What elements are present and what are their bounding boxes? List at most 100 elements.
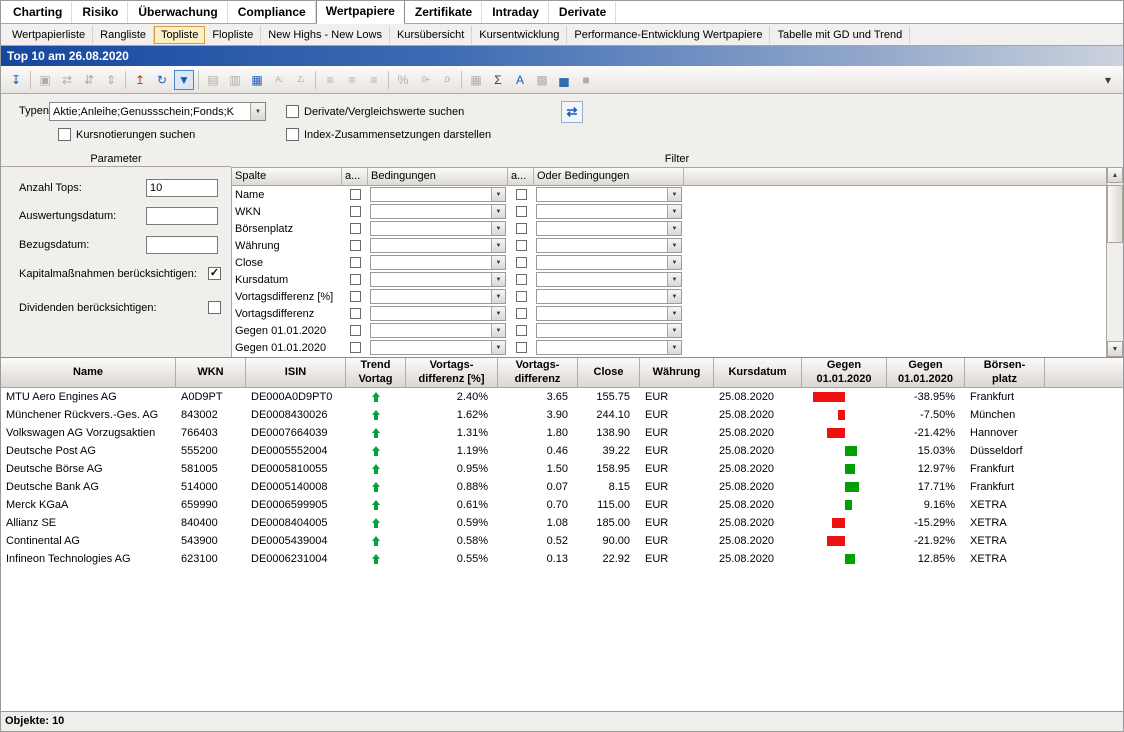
import-icon[interactable]: ↥: [130, 70, 150, 90]
bedingung-dropdown[interactable]: ▼: [370, 255, 506, 270]
bedingung-dropdown[interactable]: ▼: [370, 272, 506, 287]
chevron-down-icon[interactable]: ▼: [250, 103, 265, 120]
sub-tab-wertpapierliste[interactable]: Wertpapierliste: [5, 26, 93, 44]
sub-tab-rangliste[interactable]: Rangliste: [93, 26, 154, 44]
oder-bedingung-dropdown[interactable]: ▼: [536, 204, 682, 219]
filter-or-checkbox[interactable]: [516, 206, 527, 217]
menu-tab-wertpapiere[interactable]: Wertpapiere: [316, 0, 405, 24]
oder-bedingung-dropdown[interactable]: ▼: [536, 340, 682, 355]
oder-bedingung-dropdown[interactable]: ▼: [536, 255, 682, 270]
filter-and-checkbox[interactable]: [350, 223, 361, 234]
font-icon[interactable]: A: [510, 70, 530, 90]
filter-and-checkbox[interactable]: [350, 206, 361, 217]
filter-and-checkbox[interactable]: [350, 240, 361, 251]
menu-tab-intraday[interactable]: Intraday: [482, 1, 549, 23]
chevron-down-icon[interactable]: ▼: [667, 341, 681, 354]
chevron-down-icon[interactable]: ▼: [667, 290, 681, 303]
column-header-name[interactable]: Name: [1, 358, 176, 387]
chevron-down-icon[interactable]: ▼: [667, 256, 681, 269]
filter-and-checkbox[interactable]: [350, 308, 361, 319]
chevron-down-icon[interactable]: ▼: [491, 205, 505, 218]
kapitalmassnahmen-checkbox[interactable]: ✓: [208, 267, 221, 280]
chevron-down-icon[interactable]: ▼: [667, 222, 681, 235]
filter-or-checkbox[interactable]: [516, 291, 527, 302]
chevron-down-icon[interactable]: ▼: [491, 188, 505, 201]
filter-or-checkbox[interactable]: [516, 257, 527, 268]
auswertungsdatum-input[interactable]: [146, 207, 218, 225]
bedingung-dropdown[interactable]: ▼: [370, 340, 506, 355]
bedingung-dropdown[interactable]: ▼: [370, 306, 506, 321]
chevron-down-icon[interactable]: ▼: [491, 273, 505, 286]
table-row[interactable]: Allianz SE840400DE00084040050.59%1.08185…: [1, 514, 1123, 532]
table-row[interactable]: Volkswagen AG Vorzugsaktien766403DE00076…: [1, 424, 1123, 442]
chevron-down-icon[interactable]: ▼: [491, 290, 505, 303]
bedingung-dropdown[interactable]: ▼: [370, 323, 506, 338]
filter-or-checkbox[interactable]: [516, 274, 527, 285]
table-row[interactable]: Merck KGaA659990DE00065999050.61%0.70115…: [1, 496, 1123, 514]
index-checkbox[interactable]: [286, 128, 299, 141]
filter-or-checkbox[interactable]: [516, 325, 527, 336]
scrollbar-track[interactable]: [1107, 183, 1123, 341]
table-row[interactable]: Continental AG543900DE00054390040.58%0.5…: [1, 532, 1123, 550]
dividenden-checkbox[interactable]: [208, 301, 221, 314]
filter-or-checkbox[interactable]: [516, 240, 527, 251]
bedingung-dropdown[interactable]: ▼: [370, 221, 506, 236]
chevron-down-icon[interactable]: ▼: [667, 239, 681, 252]
filter-or-checkbox[interactable]: [516, 342, 527, 353]
column-header-vortags-differenz[interactable]: Vortags- differenz: [498, 358, 578, 387]
kursnotierungen-checkbox[interactable]: [58, 128, 71, 141]
chevron-down-icon[interactable]: ▼: [491, 256, 505, 269]
chevron-down-icon[interactable]: ▼: [667, 188, 681, 201]
toolbar-overflow-icon[interactable]: ▾: [1098, 70, 1118, 90]
column-header-gegen-01-01-2020[interactable]: Gegen 01.01.2020: [802, 358, 887, 387]
chevron-down-icon[interactable]: ▼: [491, 324, 505, 337]
filter-and-checkbox[interactable]: [350, 189, 361, 200]
sum-icon[interactable]: Σ: [488, 70, 508, 90]
table-row[interactable]: Münchener Rückvers.-Ges. AG843002DE00084…: [1, 406, 1123, 424]
chevron-down-icon[interactable]: ▼: [491, 341, 505, 354]
filter-and-checkbox[interactable]: [350, 274, 361, 285]
column-header-vortags-differenz[interactable]: Vortags- differenz [%]: [406, 358, 498, 387]
derivate-checkbox[interactable]: [286, 105, 299, 118]
menu-tab-charting[interactable]: Charting: [3, 1, 72, 23]
chevron-down-icon[interactable]: ▼: [667, 324, 681, 337]
oder-bedingung-dropdown[interactable]: ▼: [536, 187, 682, 202]
column-header-börsen-platz[interactable]: Börsen- platz: [965, 358, 1045, 387]
bedingung-dropdown[interactable]: ▼: [370, 204, 506, 219]
menu-tab-compliance[interactable]: Compliance: [228, 1, 316, 23]
menu-tab-risiko[interactable]: Risiko: [72, 1, 128, 23]
chart-icon[interactable]: ▅: [554, 70, 574, 90]
sub-tab-new-highs-new-lows[interactable]: New Highs - New Lows: [261, 26, 390, 44]
table-row[interactable]: Deutsche Post AG555200DE00055520041.19%0…: [1, 442, 1123, 460]
sub-tab-kursentwicklung[interactable]: Kursentwicklung: [472, 26, 567, 44]
sub-tab-kursübersicht[interactable]: Kursübersicht: [390, 26, 472, 44]
filter-scrollbar[interactable]: ▲ ▼: [1106, 167, 1123, 357]
chevron-down-icon[interactable]: ▼: [491, 239, 505, 252]
oder-bedingung-dropdown[interactable]: ▼: [536, 272, 682, 287]
column-header-gegen-01-01-2020[interactable]: Gegen 01.01.2020: [887, 358, 965, 387]
typen-dropdown[interactable]: Aktie;Anleihe;Genussschein;Fonds;K ▼: [49, 102, 266, 121]
export-icon[interactable]: ↧: [6, 70, 26, 90]
kursnotierungen-checkbox-row[interactable]: Kursnotierungen suchen: [58, 128, 195, 141]
table-row[interactable]: MTU Aero Engines AGA0D9PTDE000A0D9PT02.4…: [1, 388, 1123, 406]
column-header-isin[interactable]: ISIN: [246, 358, 346, 387]
oder-bedingung-dropdown[interactable]: ▼: [536, 306, 682, 321]
oder-bedingung-dropdown[interactable]: ▼: [536, 289, 682, 304]
refresh-button[interactable]: ⇄: [561, 101, 583, 123]
filter-or-checkbox[interactable]: [516, 223, 527, 234]
scroll-down-button[interactable]: ▼: [1107, 341, 1123, 357]
table-row[interactable]: Infineon Technologies AG623100DE00062310…: [1, 550, 1123, 568]
notebook-icon[interactable]: ▦: [247, 70, 267, 90]
oder-bedingung-dropdown[interactable]: ▼: [536, 221, 682, 236]
sub-tab-performance-entwicklung-wertpapiere[interactable]: Performance-Entwicklung Wertpapiere: [567, 26, 770, 44]
anzahl-tops-input[interactable]: [146, 179, 218, 197]
chevron-down-icon[interactable]: ▼: [491, 307, 505, 320]
table-row[interactable]: Deutsche Börse AG581005DE00058100550.95%…: [1, 460, 1123, 478]
column-header-währung[interactable]: Währung: [640, 358, 714, 387]
bedingung-dropdown[interactable]: ▼: [370, 289, 506, 304]
filter-and-checkbox[interactable]: [350, 291, 361, 302]
bedingung-dropdown[interactable]: ▼: [370, 187, 506, 202]
sub-tab-flopliste[interactable]: Flopliste: [205, 26, 261, 44]
chevron-down-icon[interactable]: ▼: [491, 222, 505, 235]
index-checkbox-row[interactable]: Index-Zusammensetzungen darstellen: [286, 128, 491, 141]
